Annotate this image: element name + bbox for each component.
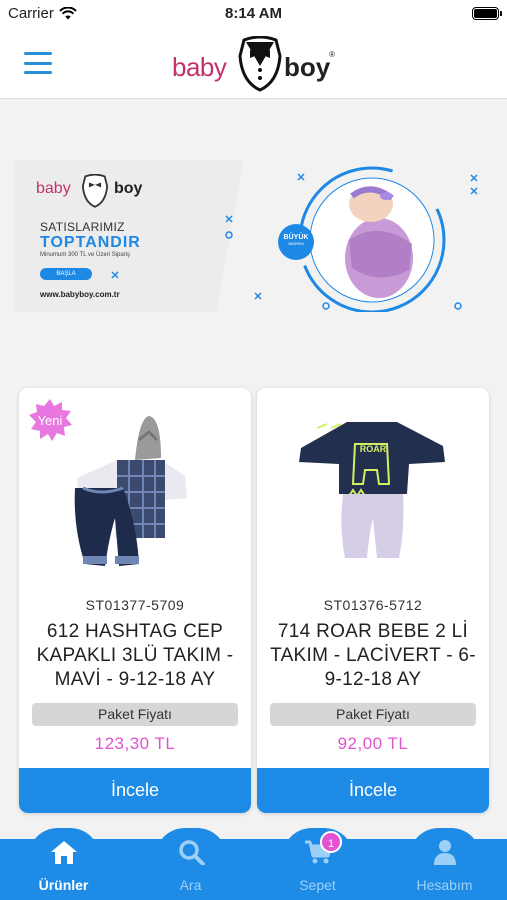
inspect-button[interactable]: İncele (19, 768, 251, 813)
brand-logo: baby boy ® (172, 34, 337, 92)
app-header: baby boy ® (0, 28, 507, 99)
status-bar: Carrier 8:14 AM (0, 0, 507, 28)
discount-tag: BÜYÜK İNDİRİM (278, 234, 314, 246)
tab-products[interactable]: Ürünler (0, 828, 127, 900)
tab-label: Ara (179, 877, 202, 893)
user-icon (434, 840, 456, 865)
promo-banner[interactable]: baby boy SATISLARIMIZ TOPTANDIR Minumum … (14, 160, 494, 312)
tab-label: Hesabım (416, 877, 473, 893)
tab-account[interactable]: Hesabım (381, 828, 507, 900)
hamburger-menu-icon[interactable] (24, 52, 52, 74)
product-code: ST01376-5712 (323, 597, 423, 613)
home-icon (51, 841, 77, 864)
banner-graphic (111, 166, 478, 312)
search-icon (179, 840, 205, 865)
product-card[interactable]: ROAR ST01376-5712 714 ROAR BEBE 2 Lİ TAK… (257, 388, 489, 813)
discount-tag-title: BÜYÜK (283, 234, 309, 241)
cart-count-badge: 1 (320, 831, 342, 853)
battery-icon (472, 7, 502, 20)
product-title[interactable]: 714 ROAR BEBE 2 Lİ TAKIM - LACİVERT - 6-… (263, 620, 483, 692)
inspect-button[interactable]: İncele (257, 768, 489, 813)
product-code: ST01377-5709 (85, 597, 185, 613)
registered-mark: ® (329, 50, 335, 59)
shirt-print-label: ROAR (359, 444, 387, 454)
bottom-tab-bar: Ürünler Ara 1 Sepet Hesabım (0, 828, 507, 900)
package-price-label: Paket Fiyatı (32, 703, 238, 726)
product-image[interactable] (257, 388, 489, 588)
product-title[interactable]: 612 HASHTAG CEP KAPAKLI 3LÜ TAKIM - MAVİ… (25, 620, 245, 692)
tab-label: Sepet (299, 877, 336, 893)
product-card[interactable]: Yeni ST01377-5709 612 HASHTAG CEP KAPAKL… (19, 388, 251, 813)
discount-tag-sub: İNDİRİM (288, 241, 304, 246)
tab-search[interactable]: Ara (127, 828, 254, 900)
new-badge-label: Yeni (37, 413, 63, 428)
product-price: 123,30 TL (94, 734, 176, 753)
clock: 8:14 AM (225, 5, 282, 22)
bowtie-shirt-icon (238, 36, 282, 92)
package-price-label: Paket Fiyatı (270, 703, 476, 726)
product-price: 92,00 TL (337, 734, 409, 753)
logo-text-boy: boy (284, 52, 331, 82)
tab-cart[interactable]: 1 Sepet (254, 828, 381, 900)
logo-text-baby: baby (172, 52, 227, 82)
tab-label: Ürünler (38, 877, 89, 893)
